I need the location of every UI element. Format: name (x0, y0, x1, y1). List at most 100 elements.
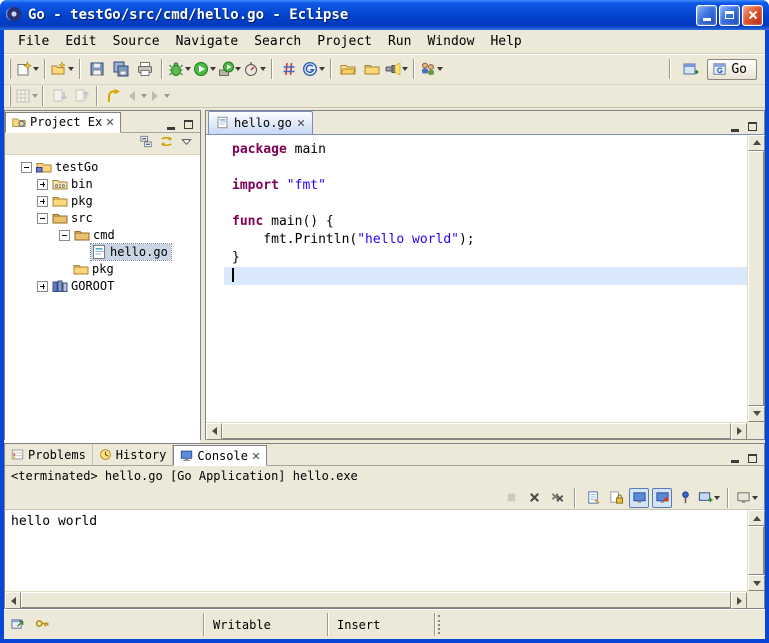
link-with-editor-button[interactable] (159, 134, 174, 152)
dropdown-arrow-icon[interactable] (260, 67, 266, 71)
go-hash-button[interactable] (277, 57, 301, 81)
minimize-view-button[interactable] (163, 118, 178, 132)
scroll-down-button[interactable] (748, 406, 765, 422)
menu-run[interactable]: Run (380, 32, 419, 51)
editor-horizontal-scrollbar[interactable] (206, 422, 747, 439)
forward-button[interactable] (147, 86, 170, 106)
save-all-button[interactable] (109, 57, 133, 81)
dropdown-arrow-icon[interactable] (235, 67, 241, 71)
run-external-tools-button[interactable] (217, 57, 242, 81)
toolbar-grip[interactable] (9, 86, 11, 106)
scroll-left-button[interactable] (206, 423, 222, 440)
scrollbar-thumb[interactable] (222, 423, 731, 439)
dropdown-arrow-icon[interactable] (210, 67, 216, 71)
scroll-up-button[interactable] (748, 510, 765, 526)
dropdown-arrow-icon[interactable] (185, 67, 191, 71)
team-button[interactable] (419, 57, 444, 81)
last-edit-location-button[interactable] (102, 86, 124, 106)
print-button[interactable] (133, 57, 157, 81)
next-annotation-button[interactable] (48, 86, 70, 106)
collapse-icon[interactable] (59, 230, 70, 241)
tab-history[interactable]: History (93, 444, 174, 465)
editor-vertical-scrollbar[interactable] (747, 135, 764, 422)
remove-launch-button[interactable] (524, 488, 544, 508)
show-console-stdout-button[interactable] (629, 488, 649, 508)
menu-navigate[interactable]: Navigate (168, 32, 247, 51)
menu-project[interactable]: Project (309, 32, 380, 51)
scrollbar-thumb[interactable] (748, 151, 764, 406)
menu-help[interactable]: Help (482, 32, 529, 51)
menu-search[interactable]: Search (246, 32, 309, 51)
debug-button[interactable] (167, 57, 192, 81)
previous-annotation-button[interactable] (70, 86, 92, 106)
toolbar-grip[interactable] (9, 59, 11, 79)
titlebar[interactable]: Go - testGo/src/cmd/hello.go - Eclipse (0, 0, 769, 30)
view-menu-button[interactable] (179, 134, 194, 152)
profile-button[interactable] (242, 57, 267, 81)
console-horizontal-scrollbar[interactable] (5, 591, 747, 608)
new-go-element-button[interactable] (50, 57, 75, 81)
console-output[interactable]: hello world (5, 510, 747, 591)
maximize-view-button[interactable] (745, 451, 760, 465)
dropdown-arrow-icon[interactable] (437, 67, 443, 71)
dropdown-arrow-icon[interactable] (714, 496, 720, 500)
go-perspective-button[interactable]: Go (707, 59, 757, 80)
markers-grid-button[interactable] (15, 86, 38, 106)
scroll-up-button[interactable] (748, 135, 765, 151)
clear-console-button[interactable] (583, 488, 603, 508)
terminate-button[interactable] (501, 488, 521, 508)
dropdown-arrow-icon[interactable] (319, 67, 325, 71)
console-vertical-scrollbar[interactable] (747, 510, 764, 591)
tree-item-testgo[interactable]: testGo (5, 159, 200, 176)
display-selected-console-button[interactable] (736, 488, 758, 508)
tree-item-bin[interactable]: 010 bin (5, 176, 200, 193)
scroll-right-button[interactable] (731, 423, 747, 440)
scroll-right-button[interactable] (731, 592, 747, 609)
search-flashlight-button[interactable] (384, 57, 409, 81)
tab-project-explorer[interactable]: Project Ex (5, 112, 121, 133)
new-wizard-button[interactable] (15, 57, 40, 81)
scrollbar-thumb[interactable] (748, 526, 764, 575)
scroll-left-button[interactable] (5, 592, 21, 609)
maximize-editor-button[interactable] (745, 120, 760, 134)
remove-all-launches-button[interactable] (547, 488, 567, 508)
scroll-lock-button[interactable] (606, 488, 626, 508)
dropdown-arrow-icon[interactable] (68, 67, 74, 71)
scroll-down-button[interactable] (748, 575, 765, 591)
key-icon[interactable] (35, 616, 50, 634)
dropdown-arrow-icon[interactable] (402, 67, 408, 71)
close-button[interactable] (742, 5, 763, 26)
expand-icon[interactable] (37, 196, 48, 207)
menu-source[interactable]: Source (105, 32, 168, 51)
close-view-icon[interactable] (106, 115, 114, 129)
menu-edit[interactable]: Edit (57, 32, 104, 51)
tab-hello-go[interactable]: hello.go (208, 111, 313, 134)
expand-icon[interactable] (37, 179, 48, 190)
open-perspective-button[interactable] (679, 57, 703, 81)
go-circle-button[interactable] (301, 57, 326, 81)
scrollbar-thumb[interactable] (21, 592, 731, 608)
minimize-button[interactable] (696, 5, 717, 26)
tree-item-pkg-src[interactable]: pkg (5, 261, 200, 278)
back-button[interactable] (124, 86, 147, 106)
show-console-stderr-button[interactable] (652, 488, 672, 508)
close-view-icon[interactable] (252, 449, 260, 463)
open-console-button[interactable] (698, 488, 720, 508)
minimize-view-button[interactable] (727, 451, 742, 465)
open-folder-button[interactable] (336, 57, 360, 81)
run-button[interactable] (192, 57, 217, 81)
tree-item-goroot[interactable]: GOROOT (5, 278, 200, 295)
collapse-all-button[interactable] (139, 134, 154, 152)
dropdown-arrow-icon[interactable] (752, 496, 758, 500)
fast-view-icon[interactable] (10, 616, 25, 634)
maximize-button[interactable] (719, 5, 740, 26)
dropdown-arrow-icon[interactable] (32, 94, 38, 98)
maximize-view-button[interactable] (181, 118, 196, 132)
dropdown-arrow-icon[interactable] (33, 67, 39, 71)
tree-item-src[interactable]: src (5, 210, 200, 227)
save-button[interactable] (85, 57, 109, 81)
tree-item-pkg[interactable]: pkg (5, 193, 200, 210)
dropdown-arrow-icon[interactable] (164, 94, 170, 98)
pin-console-button[interactable] (675, 488, 695, 508)
tree-item-hello-go[interactable]: hello.go (5, 244, 200, 261)
